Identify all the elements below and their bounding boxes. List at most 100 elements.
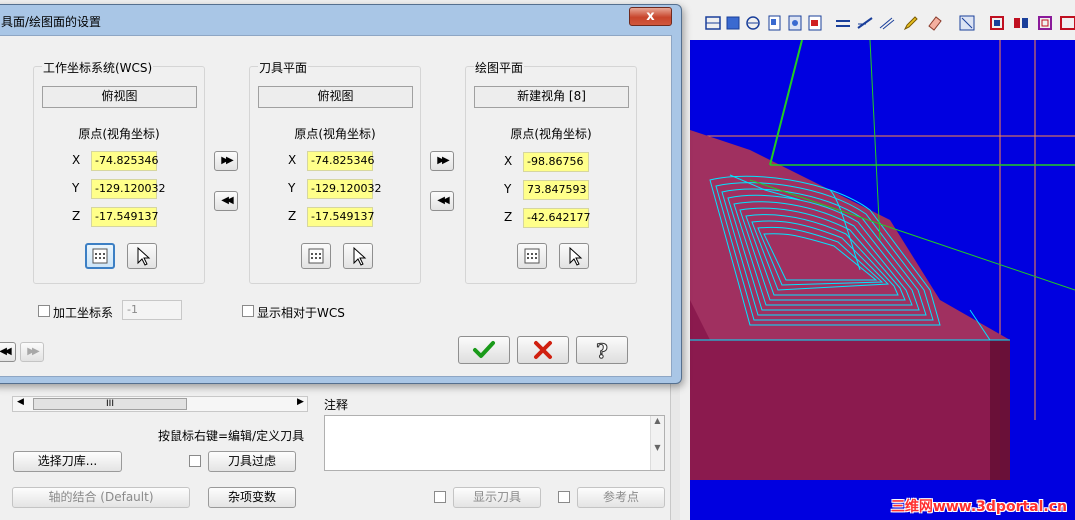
tool-plane-x-field[interactable]: -74.825346 [307, 151, 374, 171]
svg-text:?: ? [596, 339, 608, 363]
tool-filter-checkbox[interactable] [189, 455, 201, 467]
wcs-calculator-button[interactable] [85, 243, 115, 269]
next-button[interactable]: ▶▶ [20, 342, 44, 362]
construction-plane-x-field[interactable]: -98.86756 [523, 152, 589, 172]
plane-front-icon[interactable] [786, 14, 804, 32]
checkmark-icon [473, 341, 495, 358]
tool-plane-pick-button[interactable] [343, 243, 373, 269]
show-tool-checkbox[interactable] [434, 491, 446, 503]
work-offset-checkbox[interactable] [38, 305, 50, 317]
graphics-viewport[interactable]: 三维网www.3dportal.cn [680, 0, 1075, 520]
cursor-icon [137, 246, 151, 266]
construction-plane-z-field[interactable]: -42.642177 [523, 208, 590, 228]
grid-view-icon[interactable] [704, 14, 722, 32]
copy-tool-to-wcs-button[interactable]: ◀◀ [214, 191, 238, 211]
calculator-icon [92, 248, 108, 264]
question-icon: ? [596, 339, 609, 364]
wcs-y-field[interactable]: -129.120032 [91, 179, 165, 199]
close-icon: x [646, 9, 655, 24]
watermark: 三维网www.3dportal.cn [890, 499, 1067, 515]
group-red-icon[interactable] [988, 14, 1006, 32]
tool-manager-panel: ◀ III ▶ 按鼠标右键=编辑/定义刀具 选择刀库... 刀具过虑 轴的结合 … [0, 384, 680, 520]
tool-plane-y-label: Y [288, 181, 296, 195]
pencil-icon[interactable] [902, 14, 920, 32]
notes-label: 注释 [324, 398, 349, 412]
work-offset-field[interactable]: -1 [122, 300, 182, 320]
select-library-button[interactable]: 选择刀库... [13, 451, 122, 472]
tool-plane-group: 刀具平面 俯视图 原点(视角坐标) X -74.825346 Y -129.12… [249, 59, 421, 284]
dialog-client: 工作坐标系统(WCS) 俯视图 原点(视角坐标) X -74.825346 Y … [0, 35, 672, 377]
show-tool-button[interactable]: 显示刀具 [453, 487, 541, 508]
wcs-origin-label: 原点(视角坐标) [78, 127, 160, 141]
misc-values-button[interactable]: 杂项变数 [208, 487, 296, 508]
wcs-pick-button[interactable] [127, 243, 157, 269]
dialog-titlebar[interactable]: 具面/绘图面的设置 x [0, 5, 681, 35]
line-width-icon[interactable] [856, 14, 874, 32]
level-manager-icon[interactable] [958, 14, 976, 32]
tool-filter-button[interactable]: 刀具过虑 [208, 451, 296, 472]
construction-plane-calculator-button[interactable] [517, 243, 547, 269]
scroll-thumb[interactable]: III [33, 398, 187, 410]
model-scene[interactable]: 三维网www.3dportal.cn [690, 40, 1075, 520]
tool-plane-origin-label: 原点(视角坐标) [294, 127, 376, 141]
fast-forward-icon: ▶▶ [27, 346, 40, 357]
rewind-icon: ◀◀ [0, 346, 12, 357]
copy-tool-to-construction-button[interactable]: ▶▶ [430, 151, 454, 171]
tool-plane-calculator-button[interactable] [301, 243, 331, 269]
tool-plane-group-title: 刀具平面 [258, 59, 309, 76]
tool-plane-x-label: X [288, 153, 297, 167]
construction-plane-x-label: X [504, 154, 513, 168]
calculator-icon [308, 248, 324, 264]
group-split-icon[interactable] [1012, 14, 1030, 32]
horizontal-scrollbar[interactable]: ◀ III ▶ [12, 396, 308, 412]
construction-plane-y-label: Y [504, 182, 512, 196]
cursor-icon [569, 246, 583, 266]
construction-plane-pick-button[interactable] [559, 243, 589, 269]
wcs-group-title: 工作坐标系统(WCS) [42, 59, 154, 76]
rotate-view-icon[interactable] [744, 14, 762, 32]
shade-view-icon[interactable] [724, 14, 742, 32]
ok-button[interactable] [458, 336, 510, 364]
construction-plane-view-name[interactable]: 新建视角 [8] [474, 86, 629, 108]
wcs-view-name[interactable]: 俯视图 [42, 86, 197, 108]
close-button[interactable]: x [629, 7, 672, 26]
wcs-x-field[interactable]: -74.825346 [91, 151, 158, 171]
scroll-right-icon[interactable]: ▶ [297, 397, 304, 407]
help-button[interactable]: ? [576, 336, 628, 364]
hatch-icon[interactable] [878, 14, 896, 32]
construction-plane-z-label: Z [504, 210, 513, 224]
calculator-icon [524, 248, 540, 264]
copy-construction-to-tool-button[interactable]: ◀◀ [430, 191, 454, 211]
reference-point-checkbox[interactable] [558, 491, 570, 503]
construction-plane-group: 绘图平面 新建视角 [8] 原点(视角坐标) X -98.86756 Y 73.… [465, 59, 637, 284]
fast-forward-icon: ▶▶ [437, 155, 450, 166]
plane-top-icon[interactable] [766, 14, 784, 32]
cancel-button[interactable] [517, 336, 569, 364]
model-render [690, 40, 1075, 480]
axis-combination-button[interactable]: 轴的结合 (Default) [12, 487, 190, 508]
reference-point-button[interactable]: 参考点 [577, 487, 665, 508]
notes-scrollbar[interactable]: ▲ ▼ [650, 416, 664, 470]
scroll-left-icon[interactable]: ◀ [17, 397, 24, 407]
relative-wcs-checkbox[interactable] [242, 305, 254, 317]
rewind-icon: ◀◀ [221, 195, 234, 206]
wcs-z-field[interactable]: -17.549137 [91, 207, 158, 227]
tool-plane-z-label: Z [288, 209, 297, 223]
line-style-icon[interactable] [834, 14, 852, 32]
wcs-group: 工作坐标系统(WCS) 俯视图 原点(视角坐标) X -74.825346 Y … [33, 59, 205, 284]
copy-wcs-to-tool-button[interactable]: ▶▶ [214, 151, 238, 171]
construction-plane-y-field[interactable]: 73.847593 [523, 180, 589, 200]
cross-icon [534, 341, 552, 359]
tool-plane-z-field[interactable]: -17.549137 [307, 207, 374, 227]
tool-plane-y-field[interactable]: -129.120032 [307, 179, 381, 199]
previous-button[interactable]: ◀◀ [0, 342, 16, 362]
tool-plane-view-name[interactable]: 俯视图 [258, 86, 413, 108]
group-more-icon[interactable] [1058, 14, 1075, 32]
notes-textarea[interactable]: ▲ ▼ [324, 415, 665, 471]
group-copy-icon[interactable] [1036, 14, 1054, 32]
eraser-icon[interactable] [926, 14, 944, 32]
wcs-z-label: Z [72, 209, 81, 223]
wcs-y-label: Y [72, 181, 80, 195]
panel-edge [670, 384, 680, 520]
plane-side-icon[interactable] [806, 14, 824, 32]
